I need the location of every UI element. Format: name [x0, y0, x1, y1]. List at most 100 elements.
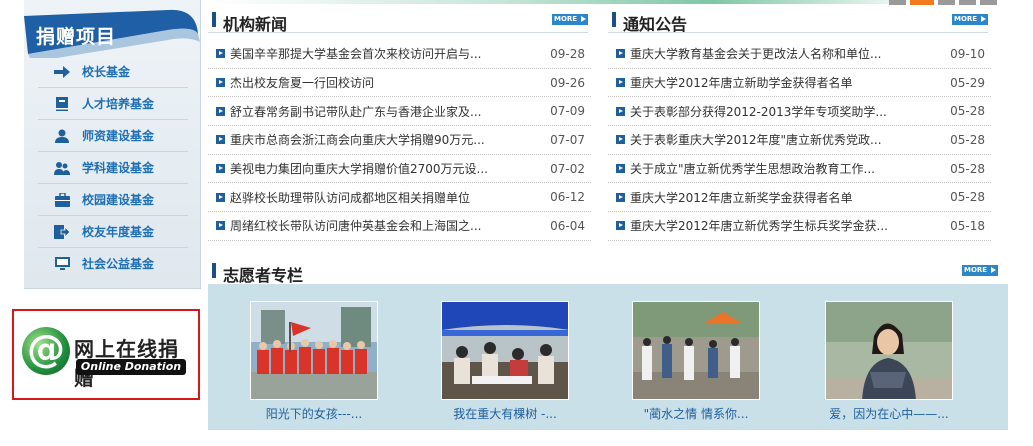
notice-title[interactable]: 重庆大学2012年唐立新助学金获得者名单	[630, 74, 939, 91]
notice-date: 05-18	[950, 218, 985, 233]
volunteer-photo-2[interactable]	[441, 301, 569, 400]
list-item[interactable]: 关于表彰部分获得2012-2013学年专项奖助学... 05-28	[608, 97, 991, 127]
news-title[interactable]: 赵骅校长助理带队访问成都地区相关捐赠单位	[230, 189, 539, 206]
bullet-arrow-icon	[616, 135, 625, 145]
list-item[interactable]: 重庆大学2012年唐立新奖学金获得者名单 05-28	[608, 183, 991, 213]
list-item[interactable]: 关于表彰重庆大学2012年度"唐立新优秀党政... 05-28	[608, 126, 991, 155]
top-tab-1[interactable]	[889, 0, 906, 5]
volunteer-gallery: 阳光下的女孩---... 我在重大有棵树 -... "蔺水之情 情系你... 爱…	[208, 284, 1008, 430]
list-item[interactable]: 重庆市总商会浙江商会向重庆大学捐赠90万元... 07-07	[208, 126, 591, 155]
bullet-arrow-icon	[616, 78, 625, 88]
donation-projects-list: 校长基金 人才培养基金 师资建设基金 学科建设基金 校园建设基金 校友年度基金 …	[38, 56, 188, 279]
news-date: 07-02	[550, 161, 585, 176]
donation-projects-panel: 捐赠项目 校长基金 人才培养基金 师资建设基金 学科建设基金 校园建设基金 校友…	[24, 0, 201, 289]
notice-section-header: 通知公告 MORE	[608, 6, 988, 34]
bullet-arrow-icon	[216, 49, 225, 59]
news-date: 07-09	[550, 104, 585, 119]
list-item[interactable]: 赵骅校长助理带队访问成都地区相关捐赠单位 06-12	[208, 183, 591, 213]
sidebar-item-faculty-fund[interactable]: 师资建设基金	[38, 120, 188, 152]
top-tab-indicators	[889, 0, 1005, 5]
volunteer-caption-4[interactable]: 爱，因为在心中——...	[809, 405, 969, 422]
top-tab-4[interactable]	[959, 0, 976, 5]
section-marker	[612, 12, 616, 27]
donation-projects-header: 捐赠项目	[18, 8, 208, 58]
sidebar-item-talent-fund[interactable]: 人才培养基金	[38, 88, 188, 120]
bullet-arrow-icon	[216, 106, 225, 116]
volunteer-more-button[interactable]: MORE	[962, 265, 998, 276]
sidebar-item-label: 校长基金	[82, 65, 131, 79]
news-list: 美国辛辛那提大学基金会首次来校访问开启与... 09-28 杰出校友詹夏一行回校访…	[208, 40, 591, 241]
sidebar-item-label: 校友年度基金	[82, 225, 155, 239]
volunteer-caption-2[interactable]: 我在重大有棵树 -...	[425, 405, 585, 422]
notice-list: 重庆大学教育基金会关于更改法人名称和单位... 09-10 重庆大学2012年唐立…	[608, 40, 991, 241]
photo-girl-portrait	[826, 302, 952, 399]
photo-outdoor-crowd	[633, 302, 759, 399]
notice-title[interactable]: 关于表彰部分获得2012-2013学年专项奖助学...	[630, 103, 939, 120]
notice-title[interactable]: 重庆大学2012年唐立新优秀学生标兵奖学金获...	[630, 217, 939, 234]
photo-blue-tent	[442, 302, 568, 399]
list-item[interactable]: 舒立春常务副书记带队赴广东与香港企业家及... 07-09	[208, 97, 591, 127]
volunteer-photo-1[interactable]	[250, 301, 378, 400]
sidebar-item-discipline-fund[interactable]: 学科建设基金	[38, 152, 188, 184]
volunteer-section-header: 志愿者专栏 MORE	[208, 257, 998, 285]
news-title[interactable]: 重庆市总商会浙江商会向重庆大学捐赠90万元...	[230, 131, 539, 148]
notice-section-title: 通知公告	[623, 15, 688, 34]
bullet-arrow-icon	[616, 164, 625, 174]
bullet-arrow-icon	[616, 49, 625, 59]
arrow-right-icon	[50, 63, 74, 81]
list-item[interactable]: 关于成立"唐立新优秀学生思想政治教育工作... 05-28	[608, 155, 991, 184]
news-title[interactable]: 美视电力集团向重庆大学捐赠价值2700万元设...	[230, 160, 539, 177]
list-item[interactable]: 重庆大学教育基金会关于更改法人名称和单位... 09-10	[608, 40, 991, 69]
news-title[interactable]: 杰出校友詹夏一行回校访问	[230, 74, 539, 91]
bullet-arrow-icon	[216, 164, 225, 174]
top-tab-3[interactable]	[938, 0, 955, 5]
briefcase-icon	[50, 191, 74, 209]
book-icon	[50, 95, 74, 113]
news-date: 09-26	[550, 75, 585, 90]
news-section-header: 机构新闻 MORE	[208, 6, 588, 34]
bullet-arrow-icon	[216, 78, 225, 88]
bullet-arrow-icon	[616, 192, 625, 202]
news-more-button[interactable]: MORE	[552, 14, 588, 25]
news-section-title: 机构新闻	[223, 15, 288, 34]
news-date: 07-07	[550, 132, 585, 147]
sidebar-item-charity-fund[interactable]: 社会公益基金	[38, 248, 188, 279]
notice-more-button[interactable]: MORE	[952, 14, 988, 25]
notice-title[interactable]: 关于成立"唐立新优秀学生思想政治教育工作...	[630, 160, 939, 177]
sidebar-item-label: 校园建设基金	[82, 193, 155, 207]
bullet-arrow-icon	[216, 135, 225, 145]
online-donation-subtitle: Online Donation	[76, 359, 186, 375]
top-gradient-strip	[208, 0, 928, 4]
volunteer-caption-3[interactable]: "蔺水之情 情系你...	[616, 405, 776, 422]
top-tab-5[interactable]	[980, 0, 997, 5]
news-title[interactable]: 舒立春常务副书记带队赴广东与香港企业家及...	[230, 103, 539, 120]
volunteer-section-title: 志愿者专栏	[223, 266, 304, 285]
sidebar-item-president-fund[interactable]: 校长基金	[38, 56, 188, 88]
notice-title[interactable]: 重庆大学2012年唐立新奖学金获得者名单	[630, 189, 939, 206]
list-item[interactable]: 美视电力集团向重庆大学捐赠价值2700万元设... 07-02	[208, 155, 591, 184]
notice-title[interactable]: 重庆大学教育基金会关于更改法人名称和单位...	[630, 45, 939, 62]
volunteer-photo-3[interactable]	[632, 301, 760, 400]
notice-date: 09-10	[950, 46, 985, 61]
online-donation-banner[interactable]: @ 网上在线捐赠 Online Donation	[12, 309, 200, 400]
news-title[interactable]: 周绪红校长带队访问唐仲英基金会和上海国之...	[230, 217, 539, 234]
sidebar-item-label: 社会公益基金	[82, 257, 155, 271]
news-title[interactable]: 美国辛辛那提大学基金会首次来校访问开启与...	[230, 45, 539, 62]
volunteer-caption-1[interactable]: 阳光下的女孩---...	[234, 405, 394, 422]
sidebar-item-label: 学科建设基金	[82, 161, 155, 175]
list-item[interactable]: 杰出校友詹夏一行回校访问 09-26	[208, 69, 591, 98]
notice-title[interactable]: 关于表彰重庆大学2012年度"唐立新优秀党政...	[630, 131, 939, 148]
sidebar-item-alumni-fund[interactable]: 校友年度基金	[38, 216, 188, 248]
list-item[interactable]: 重庆大学2012年唐立新优秀学生标兵奖学金获... 05-18	[608, 212, 991, 241]
list-item[interactable]: 重庆大学2012年唐立新助学金获得者名单 05-29	[608, 69, 991, 98]
list-item[interactable]: 周绪红校长带队访问唐仲英基金会和上海国之... 06-04	[208, 212, 591, 241]
volunteer-photo-4[interactable]	[825, 301, 953, 400]
list-item[interactable]: 美国辛辛那提大学基金会首次来校访问开启与... 09-28	[208, 40, 591, 69]
news-date: 06-04	[550, 218, 585, 233]
sidebar-item-campus-fund[interactable]: 校园建设基金	[38, 184, 188, 216]
bullet-arrow-icon	[216, 192, 225, 202]
person-icon	[50, 127, 74, 145]
bullet-arrow-icon	[616, 106, 625, 116]
top-tab-2[interactable]	[910, 0, 934, 5]
news-date: 09-28	[550, 46, 585, 61]
